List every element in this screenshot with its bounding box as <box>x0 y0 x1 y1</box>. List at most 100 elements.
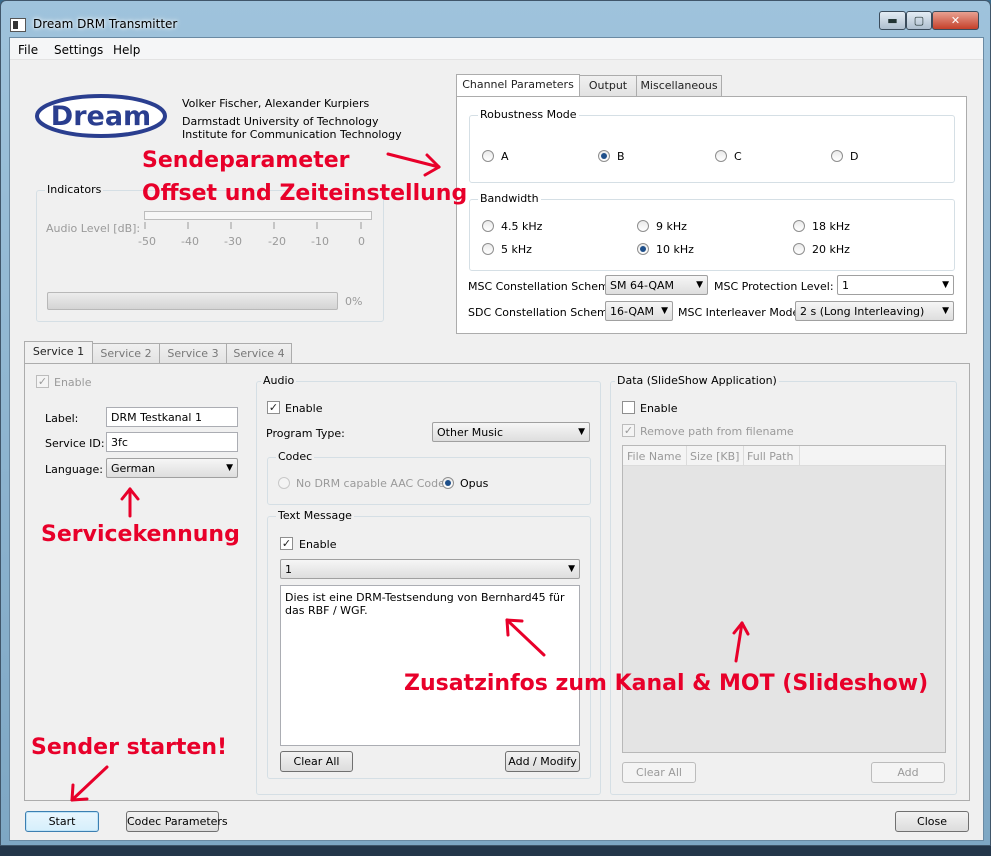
msc-constellation-value: SM 64-QAM <box>610 279 675 292</box>
scale-label: -50 <box>138 235 156 248</box>
bandwidth-label: 4.5 kHz <box>501 220 543 233</box>
bandwidth-label: 5 kHz <box>501 243 532 256</box>
codec-radio-aac[interactable] <box>278 477 290 489</box>
file-list-table[interactable]: File Name Size [KB] Full Path <box>622 445 946 753</box>
robustness-radio-a[interactable] <box>482 150 494 162</box>
codec-label-opus: Opus <box>460 477 489 490</box>
robustness-radio-c[interactable] <box>715 150 727 162</box>
msc-protection-label: MSC Protection Level: <box>714 280 834 293</box>
remove-path-checkbox[interactable]: ✓ <box>622 424 635 437</box>
bandwidth-group: Bandwidth 4.5 kHz 9 kHz 18 kHz 5 kHz 10 … <box>469 192 955 271</box>
channel-parameters-panel: Robustness Mode A B C D Bandwidth 4.5 kH… <box>456 96 967 334</box>
msc-constellation-select[interactable]: SM 64-QAM ▼ <box>605 275 708 295</box>
tab-miscellaneous[interactable]: Miscellaneous <box>636 75 722 96</box>
tab-service-3[interactable]: Service 3 <box>159 343 227 364</box>
bandwidth-label: 9 kHz <box>656 220 687 233</box>
bandwidth-radio-9[interactable] <box>637 220 649 232</box>
menu-bar: File Settings Help <box>10 38 983 60</box>
msc-protection-select[interactable]: 1 ▼ <box>837 275 954 295</box>
msc-interleaver-value: 2 s (Long Interleaving) <box>800 305 925 318</box>
column-size[interactable]: Size [KB] <box>690 450 739 463</box>
program-type-select[interactable]: Other Music ▼ <box>432 422 590 442</box>
msc-interleaver-select[interactable]: 2 s (Long Interleaving) ▼ <box>795 301 954 321</box>
chevron-down-icon: ▼ <box>578 427 585 437</box>
program-type-value: Other Music <box>437 426 504 439</box>
tab-output[interactable]: Output <box>579 75 637 96</box>
data-clear-all-button[interactable]: Clear All <box>622 762 696 783</box>
column-divider <box>799 446 800 466</box>
arrow-icon <box>732 621 750 663</box>
bandwidth-radio-18[interactable] <box>793 220 805 232</box>
codec-parameters-button[interactable]: Codec Parameters <box>126 811 228 832</box>
bandwidth-radio-20[interactable] <box>793 243 805 255</box>
sdc-constellation-value: 16-QAM <box>610 305 655 318</box>
codec-group: Codec No DRM capable AAC Codec Opus <box>267 450 591 505</box>
maximize-button[interactable]: ▢ <box>906 11 932 30</box>
service-label-input[interactable]: DRM Testkanal 1 <box>106 407 238 427</box>
minimize-button[interactable]: ▬ <box>879 11 906 30</box>
bandwidth-radio-4-5[interactable] <box>482 220 494 232</box>
progress-text: 0% <box>345 295 363 308</box>
indicators-group: Indicators Audio Level [dB]: -50 -40 -30… <box>36 183 384 322</box>
language-select[interactable]: German ▼ <box>106 458 238 478</box>
bandwidth-radio-10[interactable] <box>637 243 649 255</box>
data-add-button[interactable]: Add <box>871 762 945 783</box>
text-enable-checkbox[interactable]: ✓ <box>280 537 293 550</box>
audio-level-label: Audio Level [dB]: <box>46 222 141 235</box>
audio-level-ticks <box>144 222 362 229</box>
logo-text: Dream <box>51 101 151 132</box>
tab-channel-parameters[interactable]: Channel Parameters <box>456 74 580 97</box>
codec-radio-opus[interactable] <box>442 477 454 489</box>
arrow-icon <box>70 765 109 802</box>
codec-title: Codec <box>276 450 315 463</box>
data-title: Data (SlideShow Application) <box>615 374 779 387</box>
tab-service-4[interactable]: Service 4 <box>226 343 292 364</box>
arrow-icon <box>505 618 546 657</box>
text-message-select[interactable]: 1 ▼ <box>280 559 580 579</box>
annotation-offset: Offset und Zeiteinstellung <box>142 181 468 206</box>
bandwidth-label: 18 kHz <box>812 220 850 233</box>
data-slideshow-group: Data (SlideShow Application) Enable ✓ Re… <box>610 374 957 795</box>
language-label: Language: <box>45 463 103 476</box>
data-enable-checkbox[interactable] <box>622 401 635 414</box>
column-full-path[interactable]: Full Path <box>747 450 793 463</box>
msc-interleaver-label: MSC Interleaver Mode: <box>678 306 804 319</box>
robustness-radio-b[interactable] <box>598 150 610 162</box>
chevron-down-icon: ▼ <box>942 306 949 316</box>
bandwidth-radio-5[interactable] <box>482 243 494 255</box>
menu-help[interactable]: Help <box>113 43 140 57</box>
arrow-icon <box>120 487 140 518</box>
robustness-label-a: A <box>501 150 509 163</box>
add-modify-button[interactable]: Add / Modify <box>505 751 580 772</box>
annotation-sendeparameter: Sendeparameter <box>142 148 350 173</box>
close-button[interactable]: Close <box>895 811 969 832</box>
indicators-title: Indicators <box>45 183 104 196</box>
text-message-textarea[interactable]: Dies ist eine DRM-Testsendung von Bernha… <box>280 585 580 746</box>
msc-constellation-label: MSC Constellation Scheme: <box>468 280 620 293</box>
menu-file[interactable]: File <box>18 43 38 57</box>
robustness-label-d: D <box>850 150 859 163</box>
text-enable-label: Enable <box>299 538 337 551</box>
annotation-sender-starten: Sender starten! <box>31 735 228 760</box>
app-icon <box>10 18 26 32</box>
service-id-input[interactable]: 3fc <box>106 432 238 452</box>
clear-all-button[interactable]: Clear All <box>280 751 353 772</box>
bandwidth-label: 10 kHz <box>656 243 694 256</box>
tab-service-2[interactable]: Service 2 <box>92 343 160 364</box>
sdc-constellation-select[interactable]: 16-QAM ▼ <box>605 301 673 321</box>
title-bar[interactable]: Dream DRM Transmitter ▬ ▢ ✕ <box>1 1 990 37</box>
robustness-radio-d[interactable] <box>831 150 843 162</box>
chevron-down-icon: ▼ <box>942 280 949 290</box>
start-button[interactable]: Start <box>25 811 99 832</box>
close-window-button[interactable]: ✕ <box>932 11 979 30</box>
menu-settings[interactable]: Settings <box>54 43 103 57</box>
audio-enable-checkbox[interactable]: ✓ <box>267 401 280 414</box>
robustness-label-b: B <box>617 150 625 163</box>
column-file-name[interactable]: File Name <box>627 450 681 463</box>
service-enable-checkbox[interactable]: ✓ <box>36 375 49 388</box>
tab-service-1[interactable]: Service 1 <box>24 341 93 364</box>
progress-bar <box>47 292 338 310</box>
remove-path-label: Remove path from filename <box>640 425 794 438</box>
codec-label-aac: No DRM capable AAC Codec <box>296 477 451 490</box>
service-label-label: Label: <box>45 412 79 425</box>
